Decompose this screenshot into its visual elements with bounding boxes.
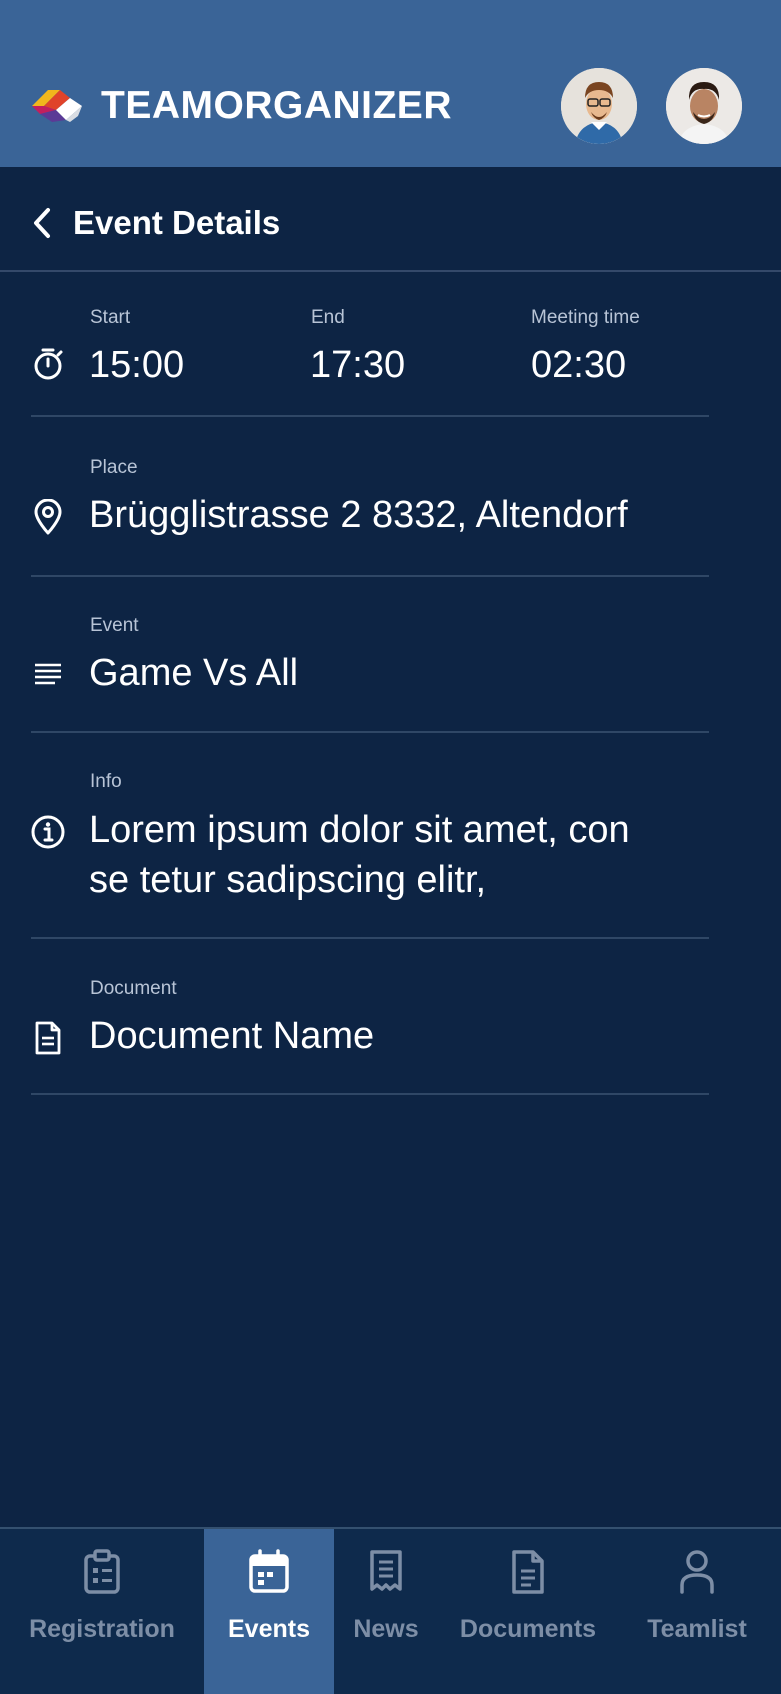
divider [31, 415, 709, 417]
document-icon [28, 1018, 68, 1058]
avatar-user-1[interactable] [561, 68, 637, 144]
nav-label-registration: Registration [29, 1615, 175, 1643]
info-circle-icon [28, 812, 68, 852]
event-value: Game Vs All [89, 652, 299, 694]
start-label: Start [90, 307, 131, 328]
place-label: Place [90, 457, 138, 478]
nav-item-events[interactable]: Events [204, 1529, 334, 1694]
divider [31, 937, 709, 939]
nav-label-news: News [353, 1615, 419, 1643]
info-value-line-2: se tetur sadipscing elitr, [89, 859, 487, 901]
clipboard-icon [84, 1549, 120, 1594]
divider [31, 575, 709, 577]
document-link[interactable]: Document Name [89, 1012, 374, 1060]
avatar-user-2[interactable] [666, 68, 742, 144]
nav-label-events: Events [228, 1615, 310, 1643]
stopwatch-icon [28, 344, 68, 384]
event-label: Event [90, 615, 139, 636]
start-value: 15:00 [89, 344, 185, 386]
nav-label-documents: Documents [459, 1615, 597, 1643]
info-label: Info [90, 771, 122, 792]
divider [31, 731, 709, 733]
app-screen: TEAMORGANIZER Event Details Start 15:00 … [0, 0, 781, 1694]
app-header: TEAMORGANIZER [0, 0, 781, 167]
calendar-icon [249, 1549, 289, 1593]
nav-item-news[interactable]: News [334, 1529, 438, 1694]
nav-item-documents[interactable]: Documents [438, 1529, 618, 1694]
chevron-left-icon [34, 208, 50, 238]
document-label: Document [90, 978, 177, 999]
person-icon [680, 1550, 714, 1594]
text-lines-icon [28, 655, 68, 695]
place-value[interactable]: Brügglistrasse 2 8332, Altendorf [89, 491, 628, 539]
nav-label-teamlist: Teamlist [647, 1615, 747, 1643]
teamorganizer-logo-icon [32, 90, 82, 122]
divider [31, 1093, 709, 1095]
nav-item-registration[interactable]: Registration [0, 1529, 204, 1694]
brand-name: TEAMORGANIZER [101, 84, 452, 127]
end-label: End [311, 307, 345, 328]
nav-item-teamlist[interactable]: Teamlist [618, 1529, 776, 1694]
info-value-line-1: Lorem ipsum dolor sit amet, con [89, 809, 630, 851]
meeting-time-label: Meeting time [531, 307, 640, 328]
page-title: Event Details [73, 204, 281, 241]
meeting-time-value: 02:30 [531, 344, 627, 386]
end-value: 17:30 [310, 344, 406, 386]
news-receipt-icon [370, 1550, 402, 1591]
document-icon [512, 1550, 544, 1594]
location-pin-icon [28, 497, 68, 537]
back-button[interactable] [22, 200, 62, 246]
